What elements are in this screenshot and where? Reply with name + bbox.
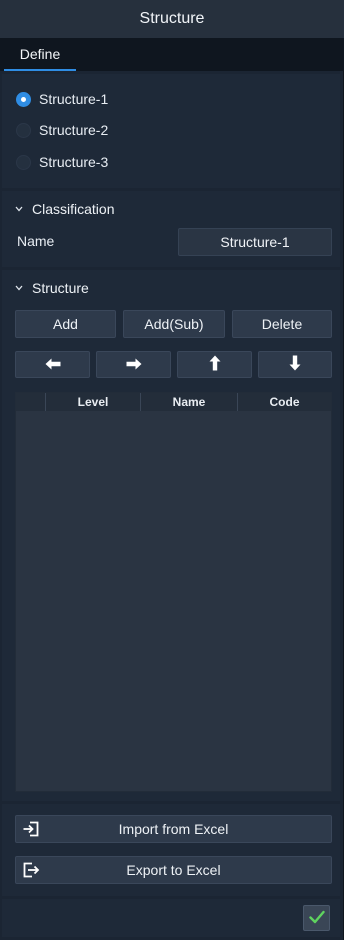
structure-selector: Structure-1 Structure-2 Structure-3 bbox=[2, 74, 340, 188]
tab-define[interactable]: Define bbox=[4, 38, 76, 71]
arrow-left-icon bbox=[45, 357, 61, 373]
name-label: Name bbox=[17, 233, 55, 249]
export-icon bbox=[22, 861, 40, 879]
chevron-down-icon bbox=[14, 204, 24, 214]
section-title: Structure bbox=[32, 280, 89, 296]
move-left-button[interactable] bbox=[15, 351, 90, 378]
export-to-excel-button[interactable]: Export to Excel bbox=[15, 856, 332, 884]
export-label: Export to Excel bbox=[126, 862, 221, 878]
move-up-button[interactable] bbox=[177, 351, 252, 378]
chevron-down-icon bbox=[14, 283, 24, 293]
radio-label: Structure-2 bbox=[39, 122, 109, 138]
structure-panel: Structure Define Structure-1 Structure-2… bbox=[0, 0, 344, 940]
tab-bar: Define bbox=[0, 38, 344, 71]
classification-section: Classification Name Structure-1 bbox=[2, 191, 340, 267]
arrow-down-icon bbox=[289, 355, 301, 374]
delete-button[interactable]: Delete bbox=[232, 310, 332, 338]
radio-button-checked[interactable] bbox=[16, 91, 31, 107]
radio-label: Structure-3 bbox=[39, 154, 109, 170]
grid-header: Level Name Code bbox=[16, 393, 331, 411]
import-from-excel-button[interactable]: Import from Excel bbox=[15, 815, 332, 843]
radio-button[interactable] bbox=[16, 122, 31, 138]
name-field[interactable]: Structure-1 bbox=[178, 228, 332, 256]
classification-header[interactable]: Classification bbox=[14, 199, 114, 219]
radio-structure-1[interactable]: Structure-1 bbox=[16, 88, 108, 110]
grid-body[interactable] bbox=[16, 411, 331, 791]
grid-header-code[interactable]: Code bbox=[238, 393, 331, 411]
radio-label: Structure-1 bbox=[39, 91, 109, 107]
grid-header-row-marker bbox=[16, 393, 46, 411]
add-button[interactable]: Add bbox=[15, 310, 116, 338]
confirm-button[interactable] bbox=[303, 905, 330, 931]
grid-header-level[interactable]: Level bbox=[46, 393, 141, 411]
arrow-right-icon bbox=[126, 357, 142, 373]
add-sub-button[interactable]: Add(Sub) bbox=[123, 310, 225, 338]
check-icon bbox=[308, 910, 325, 927]
move-right-button[interactable] bbox=[96, 351, 171, 378]
import-icon bbox=[22, 820, 40, 838]
structure-section: Structure Add Add(Sub) Delete Level Name… bbox=[2, 270, 340, 801]
import-label: Import from Excel bbox=[118, 821, 229, 837]
radio-button[interactable] bbox=[16, 154, 31, 170]
grid-header-name[interactable]: Name bbox=[141, 393, 238, 411]
structure-header[interactable]: Structure bbox=[14, 278, 89, 298]
arrow-up-icon bbox=[209, 355, 221, 374]
window-title: Structure bbox=[0, 0, 344, 38]
radio-structure-2[interactable]: Structure-2 bbox=[16, 119, 108, 141]
radio-structure-3[interactable]: Structure-3 bbox=[16, 151, 108, 173]
structure-grid[interactable]: Level Name Code bbox=[15, 392, 332, 792]
footer bbox=[2, 899, 340, 937]
excel-section: Import from Excel Export to Excel bbox=[2, 804, 340, 896]
section-title: Classification bbox=[32, 201, 115, 217]
move-down-button[interactable] bbox=[258, 351, 332, 378]
